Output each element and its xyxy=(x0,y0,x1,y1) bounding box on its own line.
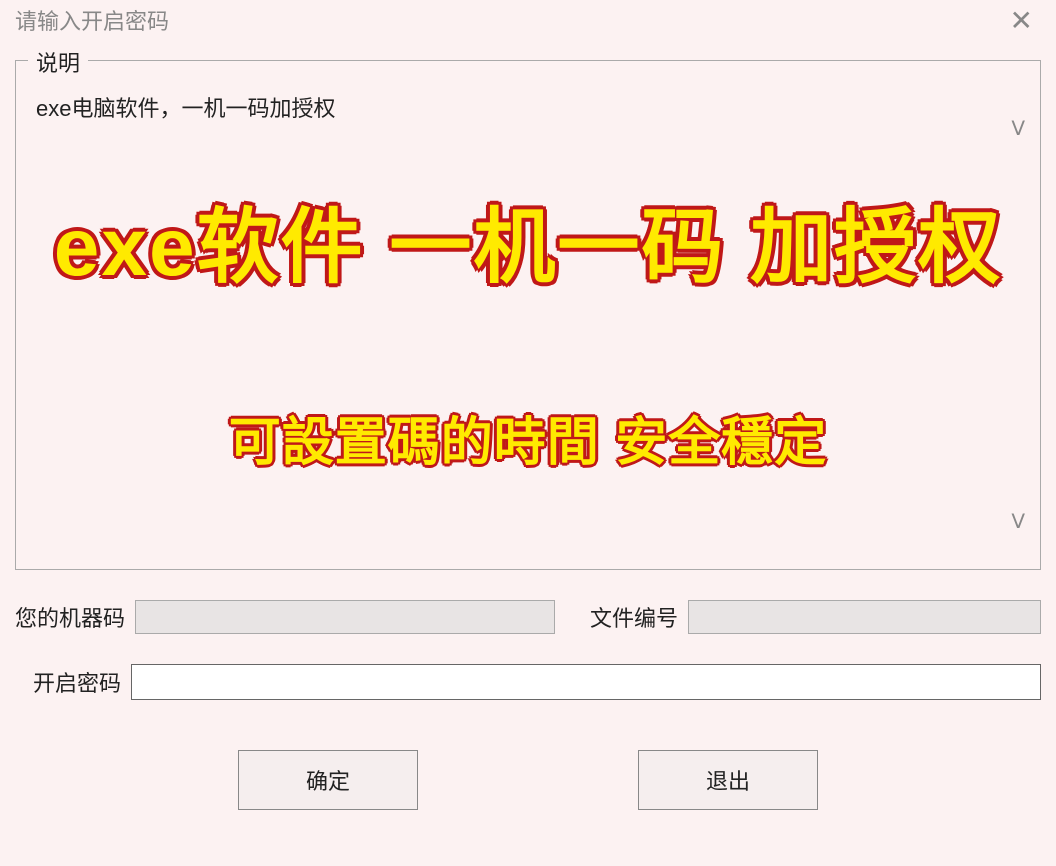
title-bar: 请输入开启密码 ✕ xyxy=(0,0,1056,40)
description-text: exe电脑软件，一机一码加授权 xyxy=(36,91,1020,123)
button-row: 确定 退出 xyxy=(0,750,1056,810)
file-number-input[interactable] xyxy=(688,600,1041,634)
password-input[interactable] xyxy=(131,664,1041,700)
group-legend: 说明 xyxy=(28,46,88,78)
machine-code-input[interactable] xyxy=(135,600,555,634)
machine-code-label: 您的机器码 xyxy=(15,601,125,633)
description-group: 说明 exe电脑软件，一机一码加授权 ᐯ ᐯ xyxy=(15,60,1041,570)
close-icon[interactable]: ✕ xyxy=(1002,4,1041,37)
file-number-label: 文件编号 xyxy=(590,601,678,633)
machine-code-row: 您的机器码 文件编号 xyxy=(15,600,1041,634)
exit-button[interactable]: 退出 xyxy=(638,750,818,810)
promo-text-large: exe软件 一机一码 加授权 xyxy=(20,180,1036,299)
scroll-down-icon[interactable]: ᐯ xyxy=(1011,509,1025,534)
scroll-up-icon[interactable]: ᐯ xyxy=(1011,116,1025,141)
window-title: 请输入开启密码 xyxy=(15,4,169,36)
confirm-button[interactable]: 确定 xyxy=(238,750,418,810)
promo-text-small: 可設置碼的時間 安全穩定 xyxy=(20,400,1036,475)
password-row: 开启密码 xyxy=(15,664,1041,700)
password-label: 开启密码 xyxy=(15,666,121,698)
